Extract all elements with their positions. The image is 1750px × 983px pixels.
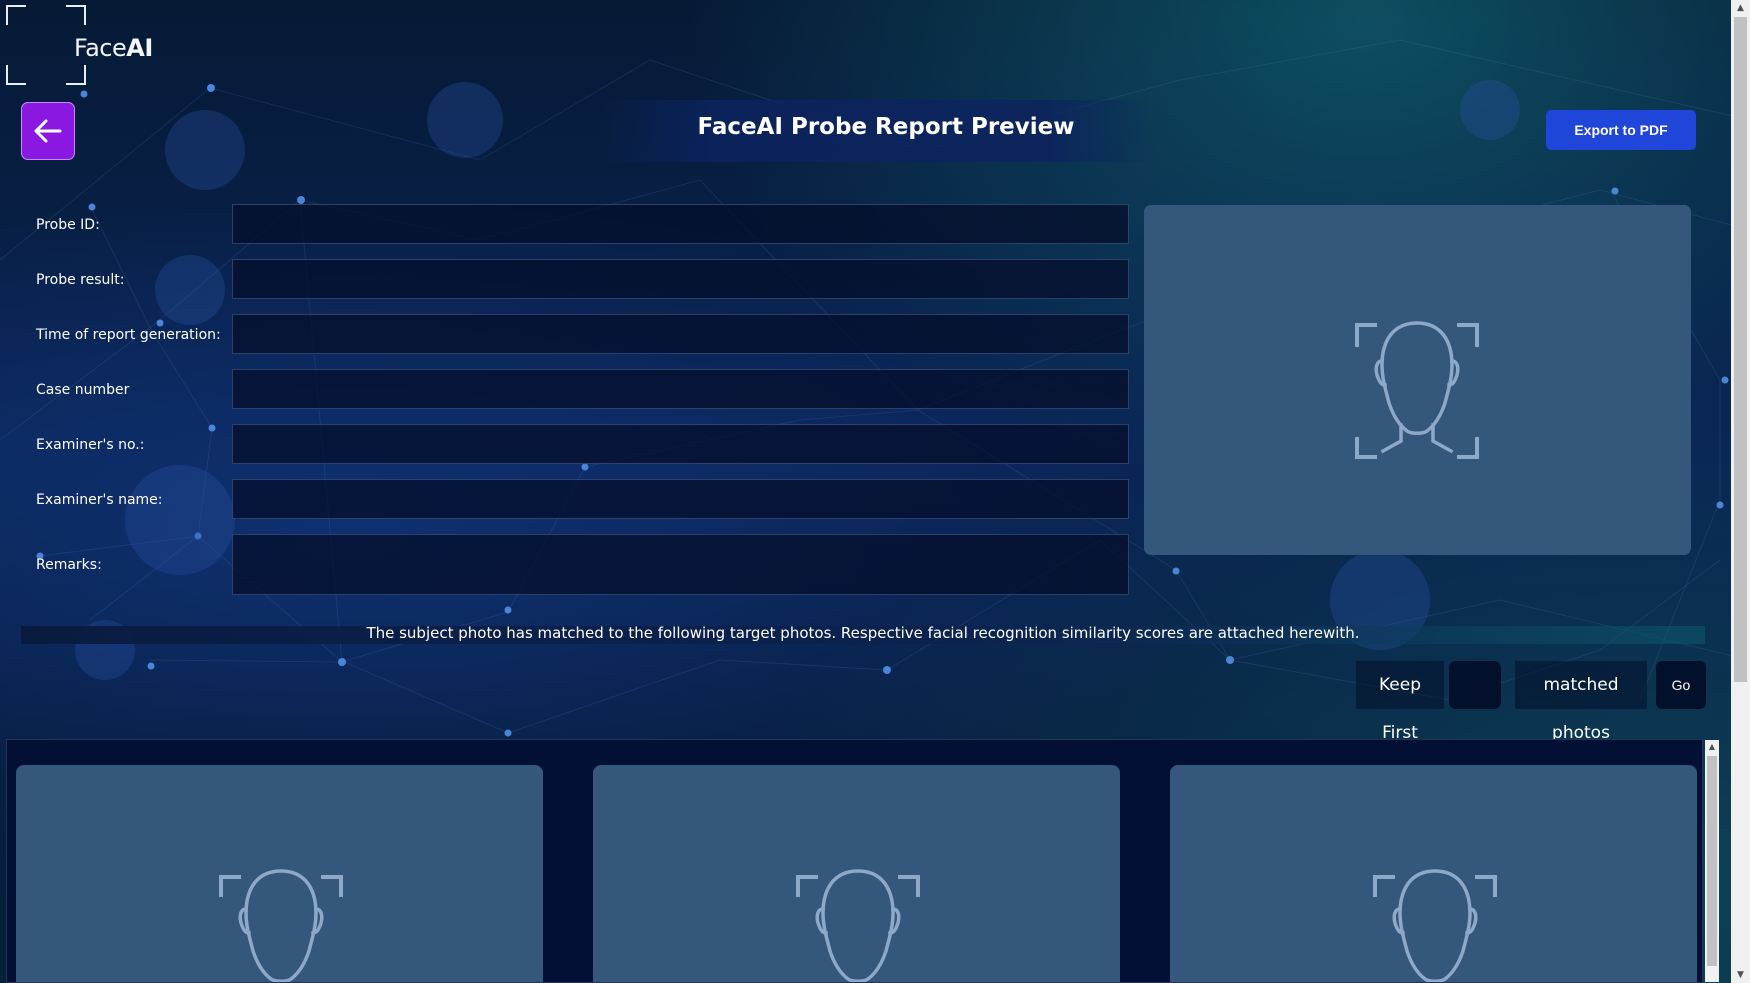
examiner-no-label: Examiner's no.: <box>36 437 145 453</box>
probe-photo[interactable] <box>1144 205 1691 555</box>
match-statement: The subject photo has matched to the fol… <box>366 624 1360 642</box>
back-button[interactable] <box>21 102 75 160</box>
case-number-input[interactable] <box>232 369 1129 409</box>
result-card[interactable] <box>593 765 1120 982</box>
remarks-input[interactable] <box>232 534 1129 595</box>
report-time-input[interactable] <box>232 314 1129 354</box>
face-placeholder-icon <box>1373 869 1497 982</box>
probe-id-input[interactable] <box>232 204 1129 244</box>
result-card[interactable] <box>16 765 543 982</box>
case-number-label: Case number <box>36 382 130 398</box>
keep-first-count-input[interactable] <box>1449 661 1501 709</box>
face-placeholder-icon <box>219 869 343 982</box>
export-to-pdf-button[interactable]: Export to PDF <box>1546 110 1696 150</box>
arrow-left-icon <box>34 119 62 143</box>
face-placeholder-icon <box>796 869 920 982</box>
logo-text-ai: AI <box>126 34 153 62</box>
result-card[interactable] <box>1170 765 1697 982</box>
page-scrollbar-thumb[interactable] <box>1734 17 1747 682</box>
page-title: FaceAI Probe Report Preview <box>697 114 1075 140</box>
scroll-up-arrow-icon[interactable]: ▲ <box>1705 740 1719 754</box>
probe-result-input[interactable] <box>232 259 1129 299</box>
logo-text-face: Face <box>74 34 127 62</box>
matched-results-panel[interactable] <box>6 739 1703 983</box>
keep-first-label: Keep First <box>1356 661 1444 743</box>
go-button[interactable]: Go <box>1656 661 1706 709</box>
faceai-logo: FaceAI <box>6 5 153 85</box>
logo-corner-br <box>66 65 86 85</box>
examiner-name-label: Examiner's name: <box>36 492 163 508</box>
logo-corner-tl <box>6 5 26 25</box>
probe-id-label: Probe ID: <box>36 217 100 233</box>
results-scrollbar-thumb[interactable] <box>1707 756 1717 966</box>
scroll-up-arrow-icon[interactable]: ▲ <box>1731 0 1750 16</box>
matched-photos-label: matched photos <box>1515 661 1647 743</box>
logo-text: FaceAI <box>74 34 153 62</box>
remarks-label: Remarks: <box>36 557 102 573</box>
scroll-down-arrow-icon[interactable]: ▼ <box>1731 967 1750 983</box>
logo-corner-bl <box>6 65 26 85</box>
report-time-label: Time of report generation: <box>36 327 221 343</box>
examiner-no-input[interactable] <box>232 424 1129 464</box>
face-placeholder-icon <box>1355 321 1479 459</box>
probe-result-label: Probe result: <box>36 272 125 288</box>
results-scrollbar[interactable]: ▲ <box>1705 740 1719 982</box>
logo-corner-tr <box>66 5 86 25</box>
page-scrollbar[interactable]: ▲ ▼ <box>1731 0 1750 983</box>
examiner-name-input[interactable] <box>232 479 1129 519</box>
